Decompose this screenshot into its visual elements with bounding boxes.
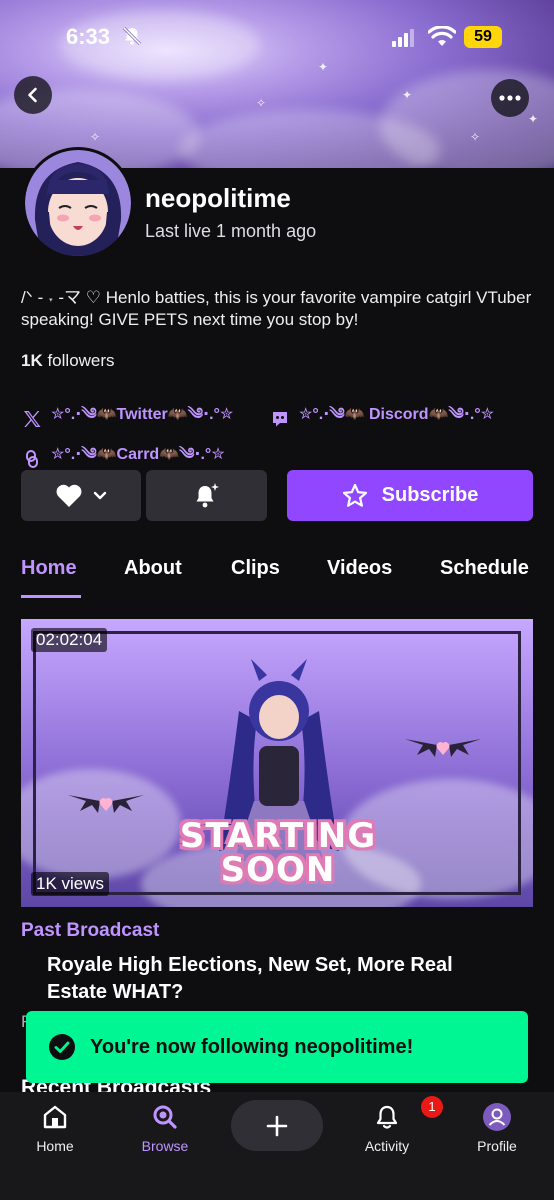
follower-count: 1K followers	[21, 351, 115, 371]
tab-videos[interactable]: Videos	[327, 557, 392, 580]
video-category-label: Past Broadcast	[21, 920, 160, 941]
thumbnail-text-line2: SOON	[220, 850, 336, 890]
plus-icon	[266, 1115, 288, 1136]
thumbnail-overlay-text: STARTING SOON	[168, 819, 388, 887]
bat-heart-decoration	[68, 795, 144, 813]
social-link-twitter[interactable]: ✮°.⋅༄🦇Twitter🦇༄⋅.°✮	[21, 396, 233, 441]
x-icon	[21, 408, 43, 430]
nav-home-label: Home	[36, 1138, 74, 1154]
nav-profile-label: Profile	[477, 1138, 517, 1154]
home-icon	[43, 1105, 67, 1129]
profile-avatar-icon	[483, 1103, 511, 1131]
nav-browse-label: Browse	[141, 1138, 189, 1154]
tab-about[interactable]: About	[124, 557, 182, 580]
activity-badge: 1	[421, 1096, 443, 1118]
social-link-label: ✮°.⋅༄🦇Twitter🦇༄⋅.°✮	[51, 406, 234, 423]
create-button[interactable]	[231, 1100, 323, 1151]
nav-activity[interactable]: 1 Activity	[347, 1096, 443, 1154]
subscribe-label: Subscribe	[381, 484, 479, 506]
channel-name: neopolitime	[145, 183, 291, 213]
tab-schedule[interactable]: Schedule	[440, 557, 529, 580]
back-button[interactable]	[14, 76, 52, 114]
nav-activity-label: Activity	[364, 1138, 410, 1154]
nav-profile[interactable]: Profile	[457, 1102, 537, 1154]
tab-clips[interactable]: Clips	[231, 557, 280, 580]
browse-search-icon	[153, 1105, 177, 1129]
star-icon	[342, 483, 367, 507]
chevron-down-icon	[93, 491, 107, 499]
cellular-signal-icon	[392, 29, 414, 47]
channel-bio: /ᐠ - ˕ -マ ♡ Henlo batties, this is your …	[21, 288, 532, 329]
discord-icon	[269, 408, 291, 430]
bat-heart-decoration	[405, 739, 481, 757]
more-options-button[interactable]	[491, 79, 529, 117]
bell-muted-icon	[122, 26, 142, 46]
follow-button[interactable]	[21, 470, 141, 521]
last-live-text: Last live 1 month ago	[145, 221, 317, 241]
more-dots-icon	[499, 95, 521, 101]
status-bar: 6:33 59	[0, 0, 554, 74]
follower-count-label: followers	[42, 351, 115, 370]
clock: 6:33	[66, 24, 111, 49]
chevron-left-icon	[28, 87, 37, 103]
bell-sparkle-icon	[196, 482, 219, 507]
heart-icon	[56, 484, 82, 507]
social-link-discord[interactable]: ✮°.⋅༄🦇 Discord🦇༄⋅.°✮	[269, 396, 494, 441]
link-icon	[21, 448, 43, 470]
check-circle-icon	[49, 1034, 75, 1060]
bottom-navigation: Home Browse 1 Activity Profile	[0, 1092, 554, 1200]
follower-count-number: 1K	[21, 351, 43, 370]
video-thumbnail[interactable]: STARTING SOON	[21, 619, 533, 907]
wifi-icon	[428, 26, 456, 46]
video-duration: 02:02:04	[31, 628, 108, 652]
nav-browse[interactable]: Browse	[125, 1102, 205, 1154]
battery-indicator: 59	[464, 26, 502, 48]
social-link-label: ✮°.⋅༄🦇 Discord🦇༄⋅.°✮	[299, 406, 495, 423]
follow-toast: You're now following neopolitime!	[26, 1011, 528, 1083]
channel-avatar[interactable]	[22, 147, 134, 259]
tab-home[interactable]: Home	[21, 557, 77, 580]
notifications-button[interactable]	[146, 470, 267, 521]
video-views: 1K views	[31, 872, 110, 896]
toast-message: You're now following neopolitime!	[90, 1035, 414, 1058]
video-title[interactable]: Royale High Elections, New Set, More Rea…	[47, 952, 517, 1006]
bell-icon	[376, 1105, 398, 1129]
active-tab-indicator	[21, 595, 81, 598]
channel-tabs: Home About Clips Videos Schedule	[0, 557, 554, 599]
subscribe-button[interactable]: Subscribe	[287, 470, 533, 521]
thumbnail-text-line1: STARTING	[179, 816, 377, 856]
nav-home[interactable]: Home	[15, 1102, 95, 1154]
